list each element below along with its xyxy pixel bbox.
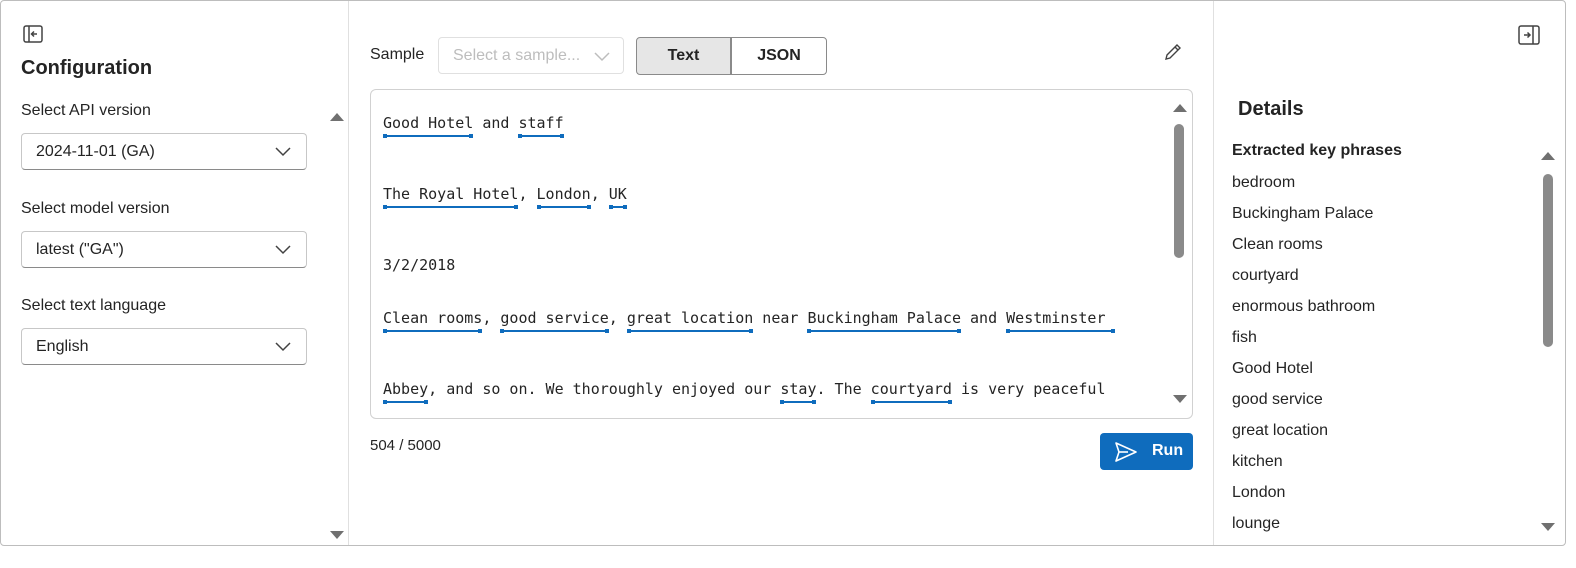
plain-text: and xyxy=(961,309,1007,327)
character-count: 504 / 5000 xyxy=(370,437,441,454)
list-item: Buckingham Palace xyxy=(1232,205,1374,222)
configuration-title: Configuration xyxy=(21,57,153,79)
api-version-value: 2024-11-01 (GA) xyxy=(36,143,155,160)
plain-text: , xyxy=(590,185,609,203)
list-item: great location xyxy=(1232,422,1329,439)
model-version-dropdown[interactable]: latest ("GA") xyxy=(21,231,307,268)
run-label: Run xyxy=(1152,442,1184,459)
details-scrollbar-thumb[interactable] xyxy=(1543,174,1553,347)
list-item: Clean rooms xyxy=(1232,236,1323,253)
list-item: London xyxy=(1232,484,1286,501)
left-scroll-up-arrow[interactable] xyxy=(330,113,344,121)
list-item: bedroom xyxy=(1232,174,1296,191)
editor-line: Clean rooms, good service, great locatio… xyxy=(383,309,1115,333)
plain-text: , xyxy=(518,185,537,203)
list-item: good service xyxy=(1232,391,1323,408)
key-phrase-highlight: London xyxy=(536,185,591,209)
editor-line: Good Hotel and staff xyxy=(383,114,564,138)
left-scroll-down-arrow[interactable] xyxy=(330,531,344,539)
plain-text: . The xyxy=(816,380,871,398)
editor-scroll-down-arrow[interactable] xyxy=(1173,395,1187,403)
key-phrase-highlight: courtyard xyxy=(870,380,953,404)
chevron-down-icon xyxy=(275,245,291,255)
key-phrase-highlight: Buckingham Palace xyxy=(807,309,961,333)
key-phrase-highlight: Clean rooms xyxy=(383,309,483,333)
editor-line: Abbey, and so on. We thoroughly enjoyed … xyxy=(383,380,1106,404)
list-item: lounge xyxy=(1232,515,1281,532)
app-window: Configuration Select API version 2024-11… xyxy=(0,0,1566,546)
sample-placeholder: Select a sample... xyxy=(453,47,581,64)
plain-text: and xyxy=(473,114,519,132)
details-scroll-down-arrow[interactable] xyxy=(1541,523,1555,531)
list-item: Good Hotel xyxy=(1232,360,1313,377)
key-phrase-highlight: stay xyxy=(780,380,817,404)
input-panel: Sample Select a sample... Text JSON Good… xyxy=(350,1,1212,545)
editor-scrollbar-thumb[interactable] xyxy=(1174,124,1184,258)
sample-label: Sample xyxy=(370,46,425,63)
key-phrase-highlight: Westminster xyxy=(1006,309,1115,333)
run-button[interactable]: Run xyxy=(1100,433,1193,470)
text-language-label: Select text language xyxy=(21,297,166,314)
key-phrases-header: Extracted key phrases xyxy=(1232,142,1402,159)
text-editor[interactable]: Good Hotel and staff The Royal Hotel, Lo… xyxy=(370,89,1193,419)
text-tab-button[interactable]: Text xyxy=(636,37,731,75)
editor-scroll-up-arrow[interactable] xyxy=(1173,104,1187,112)
editor-content: Good Hotel and staff The Royal Hotel, Lo… xyxy=(383,90,1115,404)
chevron-down-icon xyxy=(594,52,610,62)
key-phrase-highlight: Good Hotel xyxy=(383,114,474,138)
model-version-value: latest ("GA") xyxy=(36,241,124,258)
key-phrase-highlight: Abbey xyxy=(383,380,429,404)
key-phrase-highlight: good service xyxy=(500,309,610,333)
details-title: Details xyxy=(1238,98,1304,120)
details-scroll-up-arrow[interactable] xyxy=(1541,152,1555,160)
list-item: kitchen xyxy=(1232,453,1283,470)
api-version-dropdown[interactable]: 2024-11-01 (GA) xyxy=(21,133,307,170)
json-tab-button[interactable]: JSON xyxy=(731,37,827,75)
list-item: fish xyxy=(1232,329,1257,346)
model-version-label: Select model version xyxy=(21,200,170,217)
editor-line: 3/2/2018 xyxy=(383,256,456,274)
text-language-dropdown[interactable]: English xyxy=(21,328,307,365)
sample-dropdown[interactable]: Select a sample... xyxy=(438,37,624,74)
send-icon xyxy=(1115,442,1137,462)
configuration-panel: Configuration Select API version 2024-11… xyxy=(1,1,349,545)
api-version-label: Select API version xyxy=(21,102,151,119)
key-phrase-highlight: UK xyxy=(608,185,627,209)
list-item: courtyard xyxy=(1232,267,1299,284)
key-phrase-highlight: staff xyxy=(518,114,564,138)
key-phrase-highlight: great location xyxy=(626,309,754,333)
plain-text: , xyxy=(608,309,627,327)
plain-text: , xyxy=(482,309,501,327)
list-item: enormous bathroom xyxy=(1232,298,1376,315)
chevron-down-icon xyxy=(275,342,291,352)
text-language-value: English xyxy=(36,338,89,355)
details-panel: Details Extracted key phrases bedroom Bu… xyxy=(1213,1,1565,545)
plain-text: is very peaceful xyxy=(951,380,1106,398)
key-phrases-list: bedroom Buckingham Palace Clean rooms co… xyxy=(1232,173,1375,545)
panel-collapse-right-icon[interactable] xyxy=(1518,25,1540,45)
editor-line: The Royal Hotel, London, UK xyxy=(383,185,627,209)
key-phrase-highlight: The Royal Hotel xyxy=(383,185,519,209)
chevron-down-icon xyxy=(275,147,291,157)
panel-collapse-left-icon[interactable] xyxy=(23,25,43,43)
plain-text: near xyxy=(753,309,808,327)
plain-text: , and so on. We thoroughly enjoyed our xyxy=(428,380,781,398)
edit-pencil-icon[interactable] xyxy=(1162,41,1184,63)
